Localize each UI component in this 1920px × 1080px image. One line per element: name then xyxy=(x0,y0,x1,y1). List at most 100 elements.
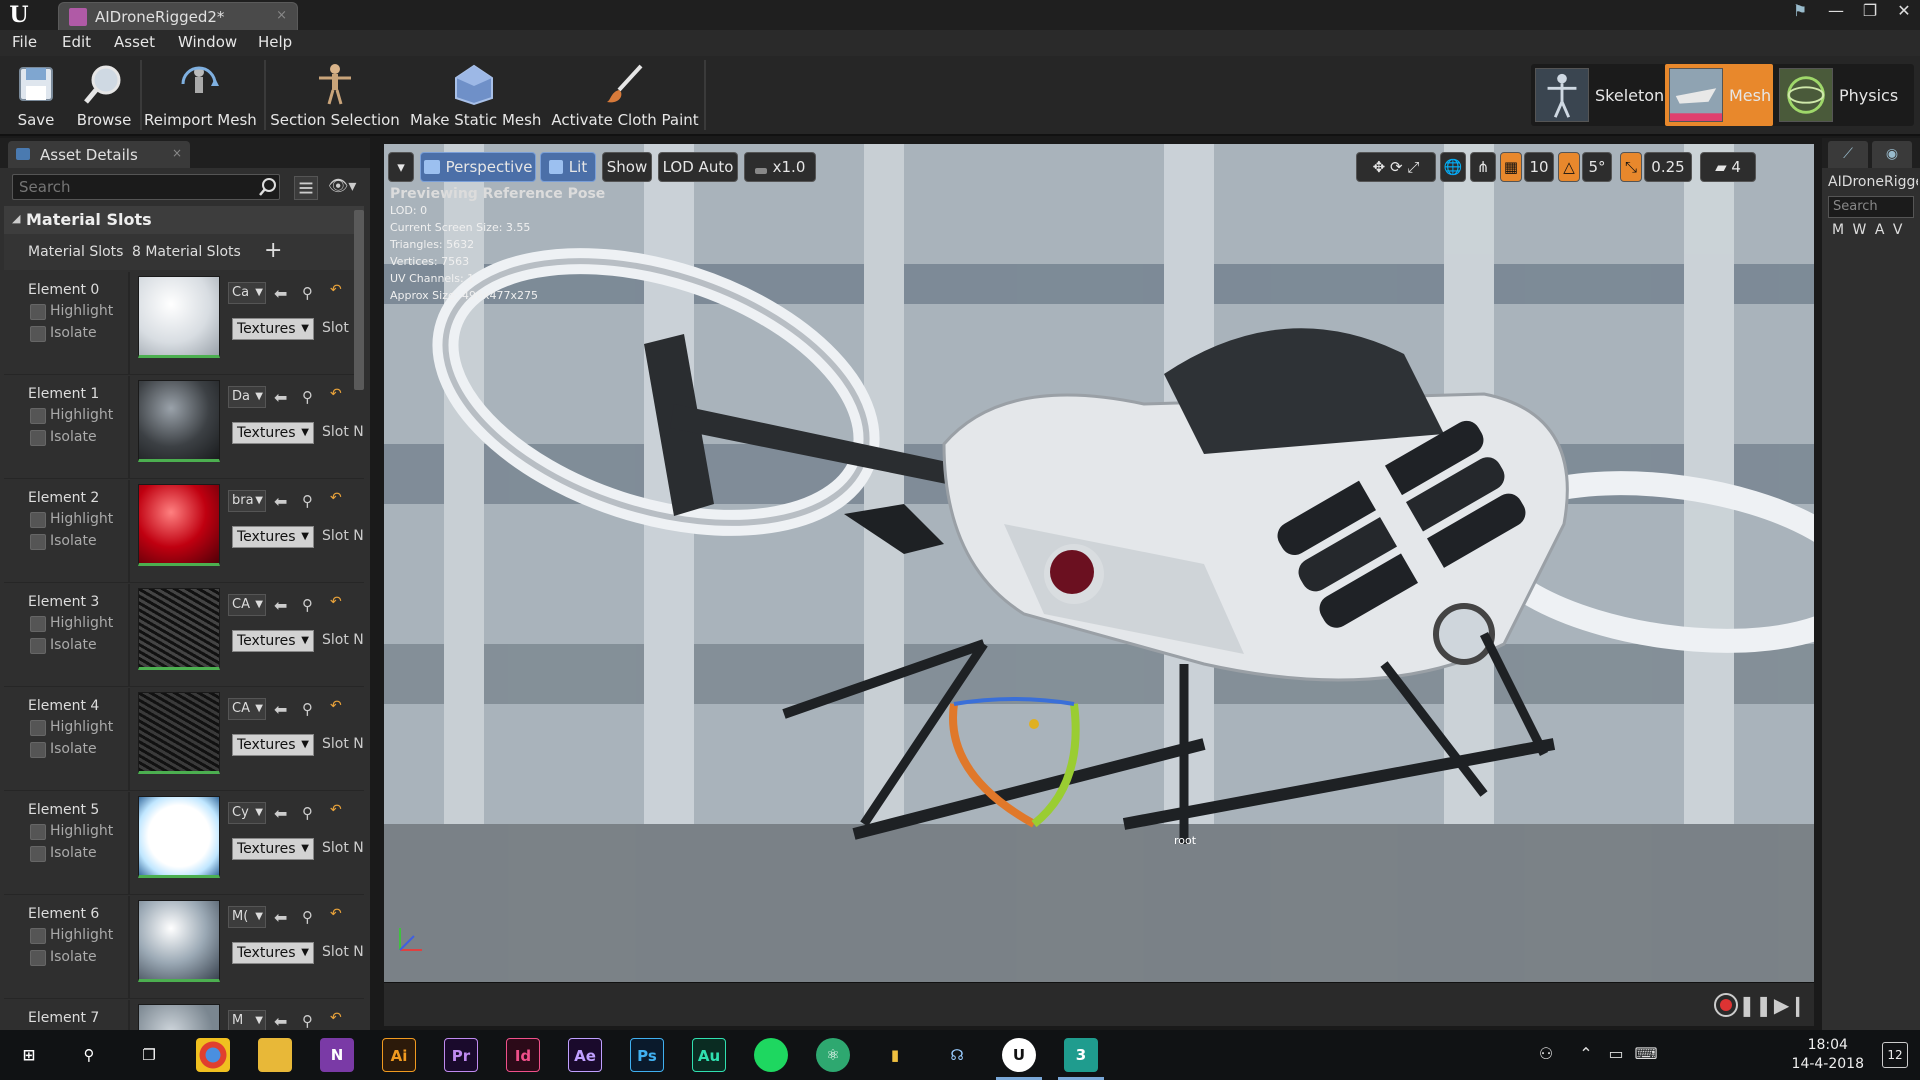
network-icon[interactable]: ▭ xyxy=(1604,1044,1628,1063)
lod-auto-button[interactable]: LOD Auto xyxy=(658,152,738,182)
indesign-icon[interactable]: Id xyxy=(506,1038,540,1072)
material-thumbnail[interactable] xyxy=(138,900,220,982)
highlight-checkbox[interactable] xyxy=(30,824,46,840)
details-scrollbar[interactable] xyxy=(354,210,364,390)
isolate-checkbox[interactable] xyxy=(30,430,46,446)
spotify-icon[interactable] xyxy=(754,1038,788,1072)
step-forward-icon[interactable]: ▶❙ xyxy=(1774,993,1806,1017)
taskbar-clock[interactable]: 18:04 14-4-2018 xyxy=(1792,1036,1864,1074)
search-icon[interactable]: ⚲ xyxy=(72,1038,106,1072)
isolate-checkbox[interactable] xyxy=(30,326,46,342)
bone-tree-tab-icon[interactable]: ⟋ xyxy=(1828,141,1868,168)
menu-asset[interactable]: Asset xyxy=(114,33,155,51)
show-hidden-icons[interactable]: ⌃ xyxy=(1574,1044,1598,1063)
material-picker[interactable]: CA ▼ xyxy=(228,594,266,616)
make-static-mesh-button[interactable]: Make Static Mesh xyxy=(410,56,541,134)
highlight-checkbox[interactable] xyxy=(30,928,46,944)
save-button[interactable]: Save xyxy=(4,56,68,134)
use-selected-arrow-icon[interactable]: ⬅ xyxy=(274,388,287,407)
restore-button[interactable]: ❐ xyxy=(1854,0,1886,24)
browse-asset-icon[interactable]: ⚲ xyxy=(302,596,313,614)
mode-physics-button[interactable]: Physics xyxy=(1775,64,1914,126)
illustrator-icon[interactable]: Ai xyxy=(382,1038,416,1072)
use-selected-arrow-icon[interactable]: ⬅ xyxy=(274,1012,287,1030)
scale-snap-value[interactable]: 0.25 xyxy=(1644,152,1692,182)
use-selected-arrow-icon[interactable]: ⬅ xyxy=(274,284,287,303)
use-selected-arrow-icon[interactable]: ⬅ xyxy=(274,700,287,719)
windows-start-icon[interactable]: ⊞ xyxy=(12,1038,46,1072)
close-button[interactable]: ✕ xyxy=(1888,0,1920,24)
material-thumbnail[interactable] xyxy=(138,276,220,358)
browse-asset-icon[interactable]: ⚲ xyxy=(302,804,313,822)
notifications-button[interactable]: 12 xyxy=(1882,1042,1908,1068)
panel-splitter[interactable] xyxy=(370,138,376,1030)
skeleton-search-input[interactable]: Search xyxy=(1828,196,1914,218)
chrome-icon[interactable] xyxy=(196,1038,230,1072)
record-button[interactable] xyxy=(1714,993,1738,1017)
material-thumbnail[interactable] xyxy=(138,588,220,670)
material-thumbnail[interactable] xyxy=(138,1004,220,1030)
audition-icon[interactable]: Au xyxy=(692,1038,726,1072)
material-picker[interactable]: bra ▼ xyxy=(228,490,266,512)
isolate-checkbox[interactable] xyxy=(30,638,46,654)
highlight-checkbox[interactable] xyxy=(30,512,46,528)
task-view-icon[interactable]: ❐ xyxy=(132,1038,166,1072)
close-panel-icon[interactable]: × xyxy=(172,146,182,160)
minimize-button[interactable]: — xyxy=(1820,0,1852,24)
isolate-checkbox[interactable] xyxy=(30,846,46,862)
material-thumbnail[interactable] xyxy=(138,796,220,878)
rotation-snap-value[interactable]: 5° xyxy=(1582,152,1612,182)
camera-speed-button[interactable]: ▰ 4 xyxy=(1700,152,1756,182)
rotation-snap-icon[interactable]: △ xyxy=(1558,152,1580,182)
add-material-slot-button[interactable]: + xyxy=(264,238,282,263)
app-icon[interactable]: ▮ xyxy=(878,1038,912,1072)
help-icon[interactable]: ⚑ xyxy=(1782,0,1818,24)
pause-icon[interactable]: ❚❚ xyxy=(1738,993,1772,1017)
material-thumbnail[interactable] xyxy=(138,484,220,566)
browse-asset-icon[interactable]: ⚲ xyxy=(302,388,313,406)
browse-asset-icon[interactable]: ⚲ xyxy=(302,700,313,718)
highlight-checkbox[interactable] xyxy=(30,408,46,424)
highlight-checkbox[interactable] xyxy=(30,304,46,320)
reset-to-default-icon[interactable]: ↶ xyxy=(330,490,342,506)
material-picker[interactable]: Cy ▼ xyxy=(228,802,266,824)
browse-button[interactable]: Browse xyxy=(70,56,138,134)
highlight-checkbox[interactable] xyxy=(30,720,46,736)
perspective-button[interactable]: Perspective xyxy=(420,152,536,182)
playback-speed-button[interactable]: x1.0 xyxy=(744,152,816,182)
material-slots-section-header[interactable]: ◢ Material Slots xyxy=(4,206,364,234)
reset-to-default-icon[interactable]: ↶ xyxy=(330,1010,342,1026)
material-thumbnail[interactable] xyxy=(138,692,220,774)
menu-file[interactable]: File xyxy=(12,33,37,51)
reset-to-default-icon[interactable]: ↶ xyxy=(330,698,342,714)
file-explorer-icon[interactable] xyxy=(258,1038,292,1072)
search-icon[interactable] xyxy=(258,177,278,197)
unreal-logo-icon[interactable]: U xyxy=(6,2,32,28)
reset-to-default-icon[interactable]: ↶ xyxy=(330,802,342,818)
browse-asset-icon[interactable]: ⚲ xyxy=(302,908,313,926)
mesh-viewport[interactable]: ▾ Perspective Lit Show LOD Auto x1.0 ✥ ⟳… xyxy=(384,144,1814,982)
reimport-mesh-button[interactable]: Reimport Mesh xyxy=(144,56,257,134)
material-picker[interactable]: CA ▼ xyxy=(228,698,266,720)
lit-button[interactable]: Lit xyxy=(540,152,596,182)
premiere-icon[interactable]: Pr xyxy=(444,1038,478,1072)
people-icon[interactable]: ⚇ xyxy=(1534,1044,1558,1063)
after-effects-icon[interactable]: Ae xyxy=(568,1038,602,1072)
textures-dropdown[interactable]: Textures ▼ xyxy=(232,630,314,652)
onenote-icon[interactable]: N xyxy=(320,1038,354,1072)
textures-dropdown[interactable]: Textures ▼ xyxy=(232,318,314,340)
material-picker[interactable]: Da ▼ xyxy=(228,386,266,408)
activate-cloth-paint-button[interactable]: Activate Cloth Paint xyxy=(550,56,700,134)
use-selected-arrow-icon[interactable]: ⬅ xyxy=(274,492,287,511)
browse-asset-icon[interactable]: ⚲ xyxy=(302,284,313,302)
textures-dropdown[interactable]: Textures ▼ xyxy=(232,734,314,756)
atom-icon[interactable]: ⚛ xyxy=(816,1038,850,1072)
scale-snap-icon[interactable]: ⤡ xyxy=(1620,152,1642,182)
textures-dropdown[interactable]: Textures ▼ xyxy=(232,422,314,444)
reset-to-default-icon[interactable]: ↶ xyxy=(330,282,342,298)
unreal-engine-icon[interactable]: U xyxy=(996,1038,1042,1080)
mode-mesh-button[interactable]: Mesh xyxy=(1665,64,1773,126)
reset-to-default-icon[interactable]: ↶ xyxy=(330,386,342,402)
textures-dropdown[interactable]: Textures ▼ xyxy=(232,838,314,860)
3dsmax-icon[interactable]: 3 xyxy=(1058,1038,1104,1080)
